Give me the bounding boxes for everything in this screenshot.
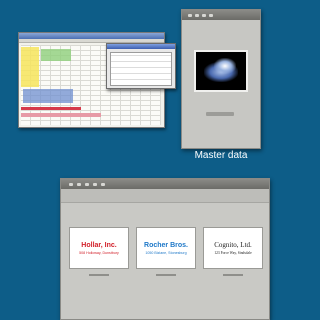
toolbar-icon[interactable] (85, 182, 89, 186)
card-name: Cognito, Ltd. (214, 240, 252, 249)
card-name: Hollar, Inc. (81, 241, 117, 249)
highlight-yellow (21, 47, 39, 87)
toolbar-icon[interactable] (202, 13, 206, 17)
toolbar-icon[interactable] (69, 182, 73, 186)
card-name: Rocher Bros. (144, 241, 188, 249)
card-label (156, 274, 176, 276)
toolbar-icon[interactable] (77, 182, 81, 186)
card-address: 1050 Bizlane, Stonesburg (145, 250, 187, 255)
toolbar-icon[interactable] (93, 182, 97, 186)
master-field[interactable] (206, 112, 234, 116)
card-address: 123 Force Way, Sindsdale (214, 250, 252, 255)
address-card[interactable]: Hollar, Inc. 508 Holloway, Dunstbury (69, 227, 129, 269)
address-card[interactable]: Cognito, Ltd. 123 Force Way, Sindsdale (203, 227, 263, 269)
master-titlebar[interactable] (182, 10, 260, 20)
master-image-preview[interactable] (194, 50, 248, 92)
dialog-list[interactable] (110, 52, 172, 86)
card-label (89, 274, 109, 276)
dialog-titlebar[interactable] (107, 44, 175, 49)
highlight-green (41, 49, 71, 61)
highlight-pink (21, 113, 101, 117)
master-data-window[interactable] (181, 9, 261, 149)
address-card[interactable]: Rocher Bros. 1050 Bizlane, Stonesburg (136, 227, 196, 269)
dialog-window[interactable] (106, 43, 176, 89)
cards-toolbar (61, 189, 269, 203)
cards-titlebar[interactable] (61, 179, 269, 189)
highlight-blue (23, 89, 73, 103)
card-label (223, 274, 243, 276)
card-address: 508 Holloway, Dunstbury (79, 250, 119, 255)
highlight-red (21, 107, 81, 110)
toolbar-icon[interactable] (188, 13, 192, 17)
master-data-caption: Master data (194, 150, 248, 161)
toolbar-icon[interactable] (101, 182, 105, 186)
address-cards-window[interactable]: Hollar, Inc. 508 Holloway, Dunstbury Roc… (60, 178, 270, 320)
toolbar-icon[interactable] (209, 13, 213, 17)
toolbar-icon[interactable] (195, 13, 199, 17)
preview-highlight (214, 58, 236, 74)
